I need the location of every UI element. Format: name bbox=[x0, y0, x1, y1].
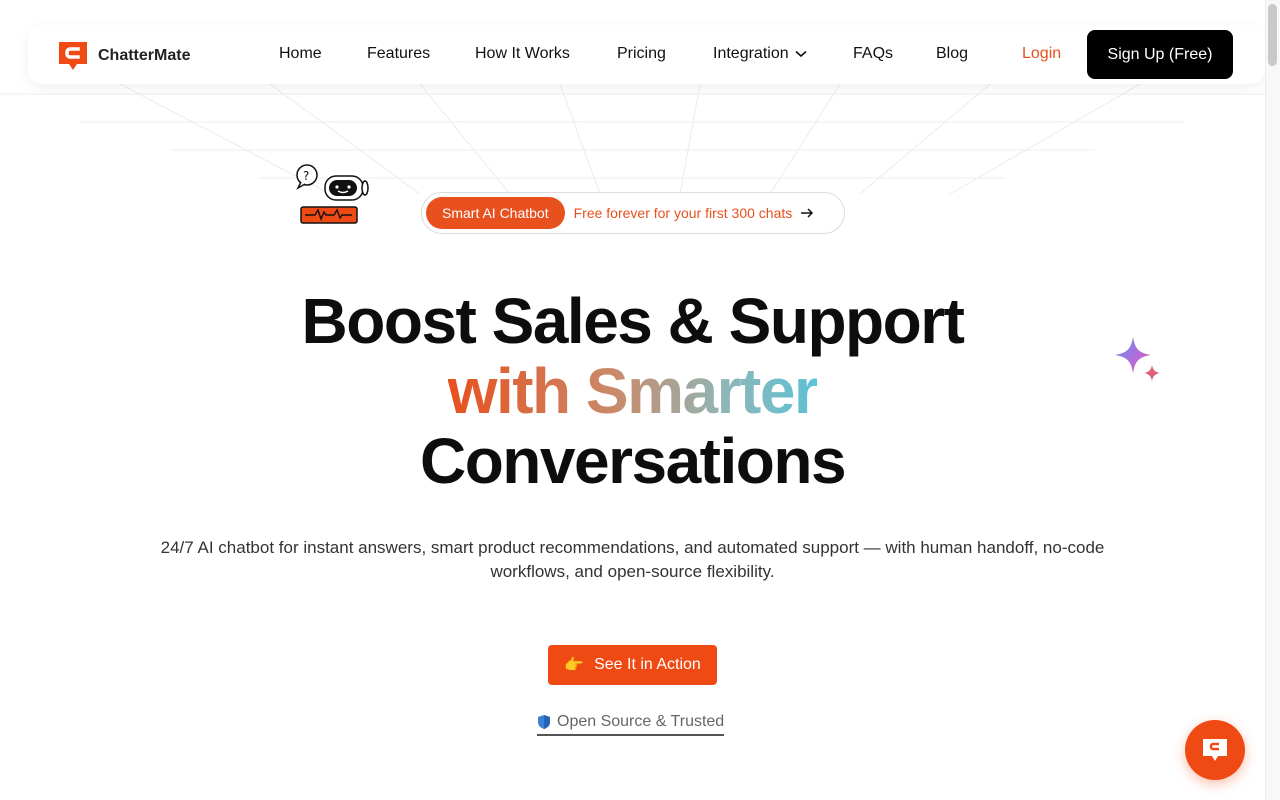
brand-logo[interactable]: ChatterMate bbox=[56, 39, 190, 73]
sparkle-icon bbox=[1115, 337, 1160, 381]
brand-name: ChatterMate bbox=[98, 47, 191, 64]
nav-home[interactable]: Home bbox=[279, 45, 322, 63]
cta-label: See It in Action bbox=[594, 656, 701, 673]
top-navbar: ChatterMate Home Features How It Works P… bbox=[28, 25, 1265, 84]
chat-bubble-icon bbox=[1203, 739, 1227, 761]
login-link[interactable]: Login bbox=[1022, 45, 1061, 63]
scrollbar-thumb[interactable] bbox=[1268, 4, 1277, 66]
arrow-right-icon bbox=[801, 208, 814, 218]
see-it-in-action-button[interactable]: 👉 See It in Action bbox=[548, 645, 717, 685]
logo-icon bbox=[59, 42, 87, 70]
nav-features[interactable]: Features bbox=[367, 45, 430, 63]
nav-faqs[interactable]: FAQs bbox=[853, 45, 893, 63]
open-source-label: Open Source & Trusted bbox=[557, 713, 725, 730]
announcement-tag: Smart AI Chatbot bbox=[426, 197, 565, 229]
nav-blog[interactable]: Blog bbox=[936, 45, 968, 63]
signup-button[interactable]: Sign Up (Free) bbox=[1087, 30, 1233, 79]
announcement-text: Free forever for your first 300 chats bbox=[573, 205, 793, 221]
nav-integration-label: Integration bbox=[713, 45, 789, 62]
chevron-down-icon bbox=[795, 50, 807, 57]
grid-background bbox=[0, 84, 1265, 195]
shield-icon bbox=[538, 715, 550, 729]
nav-how-it-works[interactable]: How It Works bbox=[475, 45, 570, 63]
page-scrollbar[interactable] bbox=[1265, 0, 1280, 800]
nav-integration[interactable]: Integration bbox=[713, 45, 807, 63]
announcement-pill[interactable]: Smart AI Chatbot Free forever for your f… bbox=[421, 192, 845, 234]
pointing-hand-icon: 👉 bbox=[564, 657, 585, 674]
hero-title-line-1: Boost Sales & Support bbox=[301, 285, 965, 357]
hero-title-gradient: with Smarter bbox=[447, 355, 819, 427]
hero-title-line-3: Conversations bbox=[419, 425, 847, 497]
open-source-link[interactable]: Open Source & Trusted bbox=[537, 712, 725, 736]
svg-text:?: ? bbox=[303, 169, 309, 183]
hero-subtitle: 24/7 AI chatbot for instant answers, sma… bbox=[160, 538, 1105, 581]
chat-widget-button[interactable] bbox=[1185, 720, 1245, 780]
robot-mascot-illustration: ? bbox=[296, 164, 369, 224]
hero-title-line-2: with Smarter bbox=[0, 354, 1265, 428]
nav-pricing[interactable]: Pricing bbox=[617, 45, 666, 63]
